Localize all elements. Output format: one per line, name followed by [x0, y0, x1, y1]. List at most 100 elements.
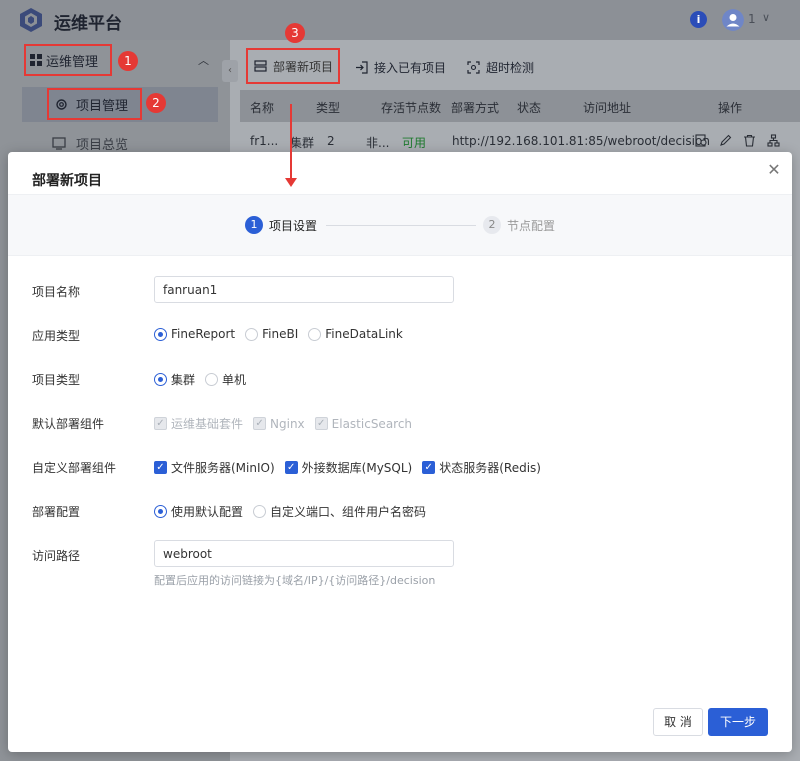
radio-selected[interactable] [154, 373, 167, 386]
delete-icon[interactable] [743, 134, 756, 147]
sidebar-item-label: 项目总览 [76, 138, 129, 153]
option-label: 运维基础套件 [171, 417, 244, 431]
custom-comp-redis[interactable]: ✓ 状态服务器(Redis) [422, 459, 541, 476]
radio-selected[interactable] [154, 327, 167, 341]
default-comp-nginx: ✓ Nginx [253, 417, 305, 431]
grid-icon [30, 54, 42, 66]
checkbox-checked[interactable]: ✓ [154, 461, 167, 474]
chevron-up-icon[interactable]: ︿ [198, 52, 209, 68]
project-type-options: 集群 单机 [154, 371, 246, 388]
annotation-badge-1: 1 [118, 51, 138, 71]
deploy-config-custom[interactable]: 自定义端口、组件用户名密码 [253, 503, 426, 520]
sidebar-item-label: 项目管理 [76, 98, 129, 114]
step-connector [326, 225, 476, 226]
access-path-hint: 配置后应用的访问链接为{域名/IP}/{访问路径}/decision [154, 574, 436, 587]
topology-icon[interactable] [767, 134, 780, 147]
cancel-button[interactable]: 取 消 [653, 708, 703, 736]
logo-icon [20, 8, 42, 32]
step-1-label: 项目设置 [269, 218, 318, 233]
info-icon[interactable]: i [690, 11, 707, 28]
sidebar-group-label: 运维管理 [46, 54, 99, 70]
connect-button-label: 接入已有项目 [374, 61, 447, 75]
checkbox-checked[interactable]: ✓ [422, 461, 436, 474]
checkbox-disabled: ✓ [314, 417, 328, 430]
option-label: FineDataLink [325, 327, 403, 341]
step-2: 2 节点配置 [483, 216, 555, 234]
sidebar-item-project-manage[interactable]: 项目管理 [47, 88, 142, 120]
option-label: 状态服务器(Redis) [439, 461, 541, 475]
cell-type: 集群 [290, 136, 315, 150]
radio[interactable] [308, 327, 322, 341]
app-type-option-finereport[interactable]: FineReport [154, 327, 235, 341]
top-bar: 运维平台 i 1 ∨ [0, 0, 800, 40]
col-header-alive-nodes: 存活节点数 [381, 101, 442, 115]
deploy-project-modal: 部署新项目 ✕ 1 项目设置 2 节点配置 项目名称 应用类型 FineRepo… [8, 152, 792, 752]
project-type-label: 项目类型 [32, 373, 81, 387]
timeout-button-label: 超时检测 [486, 61, 535, 75]
default-components-label: 默认部署组件 [32, 417, 105, 431]
custom-comp-mysql[interactable]: ✓ 外接数据库(MySQL) [284, 459, 412, 476]
scan-icon [467, 61, 480, 74]
connect-existing-project-button[interactable]: 接入已有项目 [355, 59, 446, 76]
option-label: ElasticSearch [331, 416, 413, 431]
custom-comp-minio[interactable]: ✓ 文件服务器(MinIO) [154, 459, 275, 476]
col-header-status: 状态 [517, 101, 542, 115]
deploy-config-default[interactable]: 使用默认配置 [154, 503, 243, 520]
radio-selected[interactable] [154, 505, 167, 518]
option-label: 自定义端口、组件用户名密码 [270, 505, 427, 519]
col-header-actions: 操作 [718, 101, 743, 115]
checkbox-checked[interactable]: ✓ [284, 461, 298, 474]
cell-status: 可用 [402, 136, 427, 150]
default-components-options: ✓ 运维基础套件 ✓ Nginx ✓ ElasticSearch [154, 415, 412, 432]
col-header-access-url: 访问地址 [583, 101, 632, 115]
step-2-number: 2 [483, 216, 501, 234]
default-comp-elasticsearch: ✓ ElasticSearch [314, 416, 413, 431]
app-type-options: FineReport FineBI FineDataLink [154, 327, 403, 341]
annotation-badge-2: 2 [146, 93, 166, 113]
user-avatar-icon[interactable] [722, 9, 744, 31]
cell-name[interactable]: fr1... [250, 134, 278, 148]
view-icon[interactable] [695, 134, 708, 147]
option-label: 文件服务器(MinIO) [171, 461, 275, 475]
app-type-option-finebi[interactable]: FineBI [245, 327, 298, 341]
option-label: Nginx [270, 416, 305, 431]
deploy-new-project-button[interactable]: 部署新项目 [246, 48, 340, 84]
step-1: 1 项目设置 [245, 216, 317, 234]
project-name-input[interactable] [154, 276, 454, 303]
cell-access-url[interactable]: http://192.168.101.81:85/webroot/decisio… [452, 134, 710, 148]
gear-icon [56, 98, 67, 110]
option-label: 单机 [222, 373, 247, 387]
radio[interactable] [245, 327, 259, 341]
deploy-config-options: 使用默认配置 自定义端口、组件用户名密码 [154, 503, 426, 520]
cell-alive-nodes: 2 [327, 134, 335, 148]
radio[interactable] [205, 373, 219, 386]
edit-icon[interactable] [719, 134, 732, 147]
access-path-input[interactable] [154, 540, 454, 567]
deploy-config-label: 部署配置 [32, 505, 81, 519]
access-path-label: 访问路径 [32, 549, 81, 563]
timeout-check-button[interactable]: 超时检测 [467, 59, 534, 76]
checkbox-disabled: ✓ [154, 417, 167, 430]
custom-components-options: ✓ 文件服务器(MinIO) ✓ 外接数据库(MySQL) ✓ 状态服务器(Re… [154, 459, 541, 476]
sidebar-group-ops[interactable]: 运维管理 [24, 44, 112, 76]
login-icon [356, 61, 368, 74]
option-label: 集群 [171, 373, 196, 387]
cell-deploy-method: 非... [366, 136, 390, 150]
custom-components-label: 自定义部署组件 [32, 461, 117, 475]
app-title: 运维平台 [54, 14, 122, 34]
project-type-option-cluster[interactable]: 集群 [154, 371, 195, 388]
next-step-button[interactable]: 下一步 [708, 708, 768, 736]
radio[interactable] [253, 505, 267, 518]
sidebar-collapse-handle[interactable]: ‹ [222, 60, 238, 82]
chevron-down-icon[interactable]: ∨ [762, 11, 770, 24]
default-comp-ops-suite: ✓ 运维基础套件 [154, 415, 243, 432]
sidebar-item-project-overview[interactable]: 项目总览 [52, 134, 128, 153]
modal-title: 部署新项目 [32, 173, 102, 189]
step-2-label: 节点配置 [507, 218, 556, 233]
checkbox-disabled: ✓ [253, 417, 267, 430]
project-type-option-single[interactable]: 单机 [205, 371, 246, 388]
close-icon[interactable]: ✕ [766, 162, 782, 178]
server-icon [254, 59, 267, 72]
app-type-label: 应用类型 [32, 329, 81, 343]
app-type-option-finedatalink[interactable]: FineDataLink [308, 327, 403, 341]
